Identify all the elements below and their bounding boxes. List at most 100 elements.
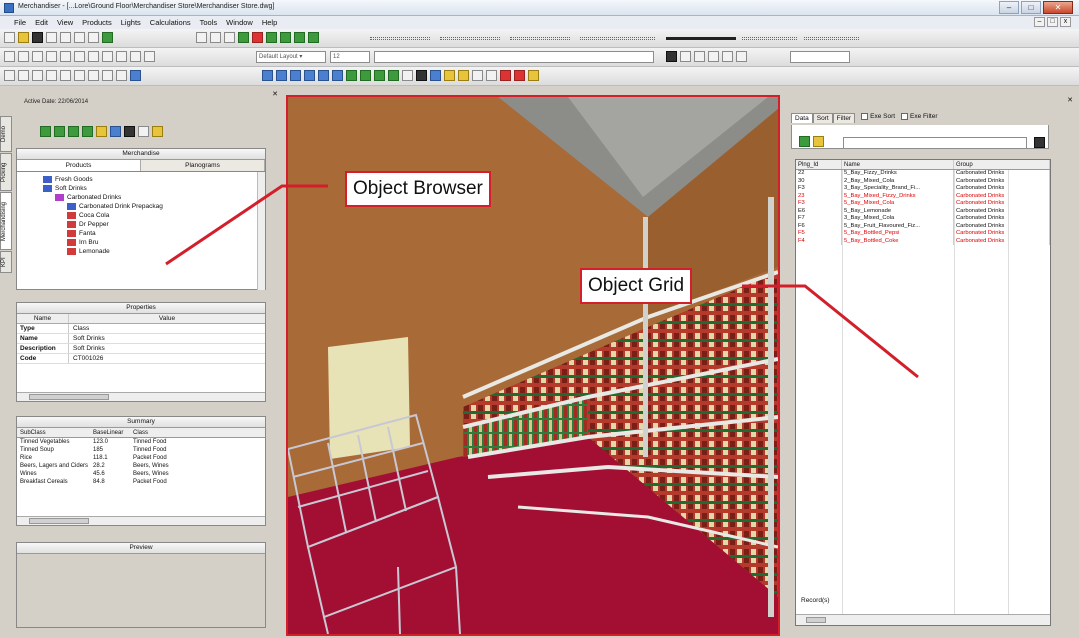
orbit-3-icon[interactable] (374, 70, 385, 81)
tree-node[interactable]: Carbonated Drink Prepackag (43, 202, 265, 211)
tab-kpi[interactable]: KPI (0, 251, 12, 273)
tab-products[interactable]: Products (17, 160, 141, 171)
planogram-icon[interactable] (458, 70, 469, 81)
view-8-icon[interactable] (102, 70, 113, 81)
grid-col-plng-id[interactable]: Plng_Id (796, 160, 842, 169)
3d-view-2-icon[interactable] (276, 70, 287, 81)
tree-node[interactable]: Coca Cola (43, 211, 265, 220)
view-6-icon[interactable] (74, 70, 85, 81)
print-icon[interactable] (46, 32, 57, 43)
snap-icon[interactable] (210, 32, 221, 43)
property-row[interactable]: Code CT001026 (17, 354, 265, 364)
curve-3-icon[interactable] (736, 51, 747, 62)
merch-tool-4-icon[interactable] (82, 126, 93, 137)
save-icon[interactable] (32, 32, 43, 43)
pan-icon[interactable] (680, 51, 691, 62)
copy-icon[interactable] (74, 32, 85, 43)
grid-binoculars-icon[interactable] (1034, 137, 1045, 148)
cut-icon[interactable] (60, 32, 71, 43)
view-2-icon[interactable] (18, 70, 29, 81)
menu-view[interactable]: View (57, 18, 73, 27)
orbit-1-icon[interactable] (346, 70, 357, 81)
view-combo[interactable] (790, 51, 850, 63)
summary-row[interactable]: Tinned Vegetables 123.0 Tinned Food (17, 438, 265, 446)
camera-icon[interactable] (416, 70, 427, 81)
line-style-icon[interactable] (804, 37, 859, 40)
merch-tool-1-icon[interactable] (40, 126, 51, 137)
3d-view-5-icon[interactable] (318, 70, 329, 81)
ortho-icon[interactable] (224, 32, 235, 43)
tab-merchandising[interactable]: Merchandising (0, 192, 12, 250)
match-properties-icon[interactable] (102, 32, 113, 43)
summary-col-baselinear[interactable]: BaseLinear (93, 428, 133, 437)
merch-grid-icon[interactable] (138, 126, 149, 137)
tab-filter[interactable]: Filter (832, 113, 856, 123)
merch-tool-2-icon[interactable] (54, 126, 65, 137)
fill-icon[interactable] (252, 32, 263, 43)
summary-row[interactable]: Breakfast Cereals 84.8 Packet Food (17, 478, 265, 486)
line-style-icon[interactable] (370, 37, 430, 40)
grid-row[interactable]: 23 5_Bay_Mixed_Fizzy_Drinks Carbonated Dri… (796, 192, 1050, 200)
tab-planograms[interactable]: Planograms (141, 160, 265, 171)
render-icon[interactable] (430, 70, 441, 81)
right-panel-close-icon[interactable]: ✕ (1067, 96, 1073, 104)
menu-products[interactable]: Products (82, 18, 112, 27)
summary-row[interactable]: Beers, Lagers and Ciders 28.2 Beers, Wines (17, 462, 265, 470)
layer-icon[interactable] (4, 51, 15, 62)
redo-icon[interactable] (486, 70, 497, 81)
pencil-icon[interactable] (500, 70, 511, 81)
lightbulb-icon[interactable] (528, 70, 539, 81)
view-1-icon[interactable] (4, 70, 15, 81)
curve-icon[interactable] (708, 51, 719, 62)
zoom-window-icon[interactable] (694, 51, 705, 62)
merch-folder-icon[interactable] (152, 126, 163, 137)
grid-row[interactable]: 22 5_Bay_Fizzy_Drinks Carbonated Drinks (796, 170, 1050, 178)
tree-node[interactable]: Lemonade (43, 247, 265, 256)
menu-window[interactable]: Window (226, 18, 253, 27)
align-left-icon[interactable] (60, 51, 71, 62)
line-style-icon[interactable] (440, 37, 500, 40)
tree-node[interactable]: Fresh Goods (43, 175, 265, 184)
menu-help[interactable]: Help (262, 18, 277, 27)
summary-hscroll[interactable] (17, 516, 265, 525)
grid-row[interactable]: F7 3_Bay_Mixed_Cola Carbonated Drinks (796, 215, 1050, 223)
table-edit-icon[interactable] (116, 51, 127, 62)
summary-row[interactable]: Rice 118.1 Packet Food (17, 454, 265, 462)
tree-node[interactable]: Fanta (43, 229, 265, 238)
line-weight-icon[interactable] (666, 37, 736, 40)
tree-node[interactable]: Dr Pepper (43, 220, 265, 229)
view-5-icon[interactable] (60, 70, 71, 81)
doc-close-button[interactable]: x (1060, 17, 1071, 27)
property-row[interactable]: Type Class (17, 324, 265, 334)
3d-view-4-icon[interactable] (304, 70, 315, 81)
zoom-icon[interactable] (666, 51, 677, 62)
new-file-icon[interactable] (4, 32, 15, 43)
grid-folder-icon[interactable] (813, 136, 824, 147)
view-7-icon[interactable] (88, 70, 99, 81)
line-style-icon[interactable] (580, 37, 655, 40)
merch-edit-icon[interactable] (96, 126, 107, 137)
object-grid[interactable]: Plng_Id Name Group 22 5_Bay_Fizzy_Drinks C… (795, 159, 1051, 626)
grid-row[interactable]: F5 5_Bay_Bottled_Pepsi Carbonated Drinks (796, 230, 1050, 238)
layout-combo[interactable]: Default Layout ▾ (256, 51, 326, 63)
grid-row[interactable]: F4 5_Bay_Bottled_Coke Carbonated Drinks (796, 237, 1050, 245)
menu-calculations[interactable]: Calculations (150, 18, 191, 27)
doc-maximize-button[interactable]: □ (1047, 17, 1058, 27)
line-style-icon[interactable] (742, 37, 797, 40)
arrow-right-icon[interactable] (238, 32, 249, 43)
merch-info-icon[interactable] (110, 126, 121, 137)
exe-sort-checkbox[interactable] (861, 113, 869, 120)
tree-node[interactable]: Soft Drinks (43, 184, 265, 193)
tab-picking[interactable]: Picking (0, 153, 12, 191)
menu-lights[interactable]: Lights (121, 18, 141, 27)
align-center-icon[interactable] (74, 51, 85, 62)
exe-filter-checkbox[interactable] (901, 113, 909, 120)
grid-row[interactable]: E6 5_Bay_Lemonade Carbonated Drinks (796, 207, 1050, 215)
draw-brush-icon[interactable] (294, 32, 305, 43)
curve-2-icon[interactable] (722, 51, 733, 62)
merch-tool-3-icon[interactable] (68, 126, 79, 137)
maximize-button[interactable]: □ (1021, 1, 1041, 14)
grid-row[interactable]: F3 5_Bay_Mixed_Cola Carbonated Drinks (796, 200, 1050, 208)
delete-icon[interactable] (514, 70, 525, 81)
grid-row[interactable]: 30 2_Bay_Mixed_Cola Carbonated Drinks (796, 177, 1050, 185)
